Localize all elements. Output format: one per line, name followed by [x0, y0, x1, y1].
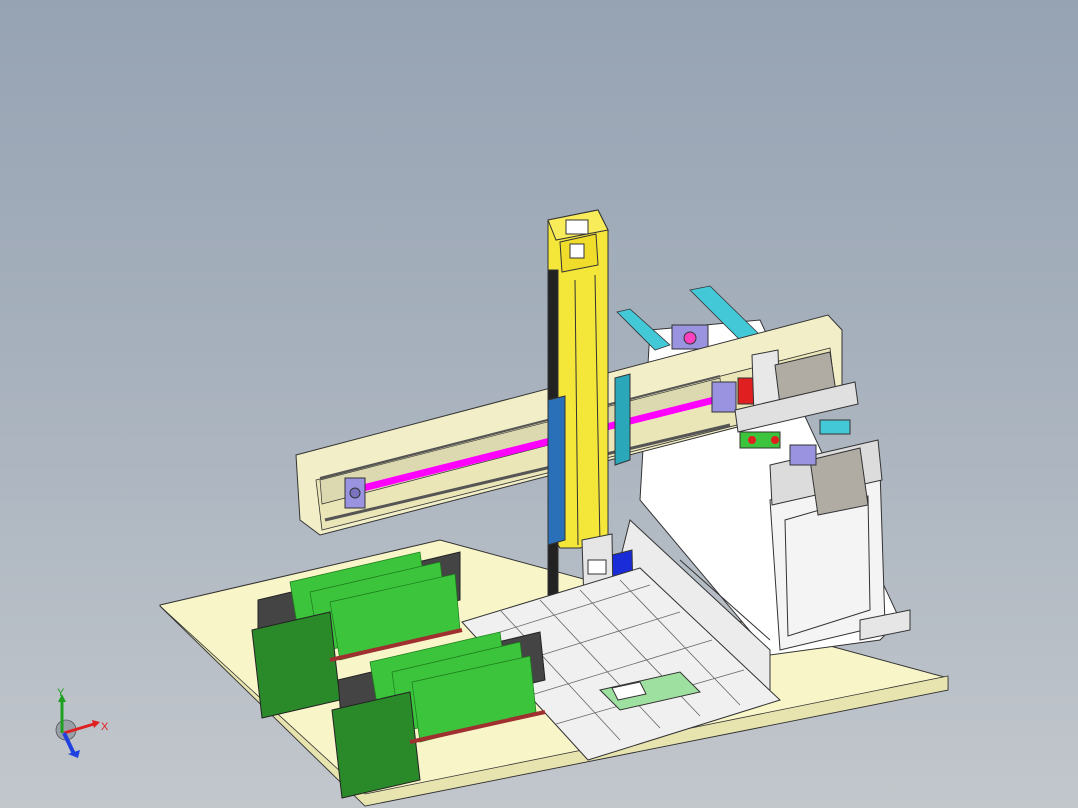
cad-viewport[interactable] — [0, 0, 1078, 808]
coordinate-triad: Y X — [55, 688, 109, 758]
bearing-block-back — [671, 324, 709, 350]
x-axis-label: X — [101, 721, 109, 733]
z-carriage-plate — [547, 395, 566, 546]
bearing-block-left — [344, 477, 366, 509]
y-axis-label: Y — [57, 688, 65, 699]
